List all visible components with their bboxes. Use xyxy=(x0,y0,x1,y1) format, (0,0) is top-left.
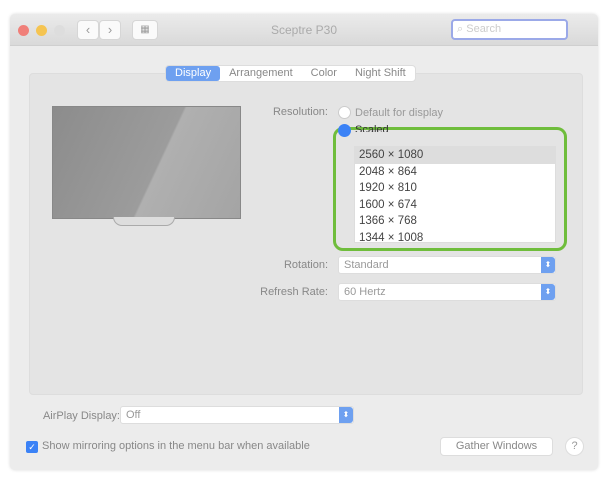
default-radio[interactable] xyxy=(338,106,351,119)
gather-windows-button[interactable]: Gather Windows xyxy=(440,437,553,456)
chevron-updown-icon: ⬍ xyxy=(541,257,555,273)
resolution-option[interactable]: 1366 × 768 xyxy=(355,213,555,230)
resolution-list[interactable]: 2560 × 1080 2048 × 864 1920 × 810 1600 ×… xyxy=(354,146,556,243)
resolution-option[interactable]: 1344 × 1008 xyxy=(355,230,555,243)
search-input[interactable]: ⌕ Search xyxy=(451,19,568,40)
search-icon: ⌕ xyxy=(457,23,464,35)
mirroring-label: Show mirroring options in the menu bar w… xyxy=(42,440,310,452)
airplay-select[interactable]: Off ⬍ xyxy=(120,406,354,424)
tab-night-shift[interactable]: Night Shift xyxy=(346,66,415,81)
mirroring-checkbox[interactable]: ✓ xyxy=(26,441,38,453)
rotation-value: Standard xyxy=(344,259,389,271)
airplay-label: AirPlay Display: xyxy=(42,410,120,422)
tab-bar: Display Arrangement Color Night Shift xyxy=(165,65,416,82)
resolution-option[interactable]: 2048 × 864 xyxy=(355,164,555,181)
resolution-option[interactable]: 1920 × 810 xyxy=(355,180,555,197)
refresh-rate-label: Refresh Rate: xyxy=(260,286,328,298)
refresh-rate-value: 60 Hertz xyxy=(344,286,386,298)
resolution-option[interactable]: 1600 × 674 xyxy=(355,197,555,214)
monitor-stand xyxy=(113,217,175,226)
search-placeholder: Search xyxy=(466,23,502,35)
resolution-option[interactable]: 2560 × 1080 xyxy=(355,147,555,164)
airplay-value: Off xyxy=(126,409,141,421)
monitor-image xyxy=(52,106,241,219)
tab-display[interactable]: Display xyxy=(166,66,221,81)
scaled-radio[interactable] xyxy=(338,124,351,137)
rotation-label: Rotation: xyxy=(283,259,328,271)
refresh-rate-select[interactable]: 60 Hertz ⬍ xyxy=(338,283,556,301)
tab-arrangement[interactable]: Arrangement xyxy=(220,66,302,81)
tab-color[interactable]: Color xyxy=(302,66,346,81)
default-option-label: Default for display xyxy=(355,107,444,119)
scaled-option-label: Scaled xyxy=(355,124,389,132)
preferences-window: ‹ › ▦ Sceptre P30 ⌕ Search Display Arran… xyxy=(10,14,598,470)
chevron-updown-icon: ⬍ xyxy=(339,407,353,423)
title-bar: ‹ › ▦ Sceptre P30 ⌕ Search xyxy=(10,14,598,46)
resolution-label: Resolution: xyxy=(272,106,328,118)
chevron-updown-icon: ⬍ xyxy=(541,284,555,300)
rotation-select[interactable]: Standard ⬍ xyxy=(338,256,556,274)
help-button[interactable]: ? xyxy=(565,437,584,456)
